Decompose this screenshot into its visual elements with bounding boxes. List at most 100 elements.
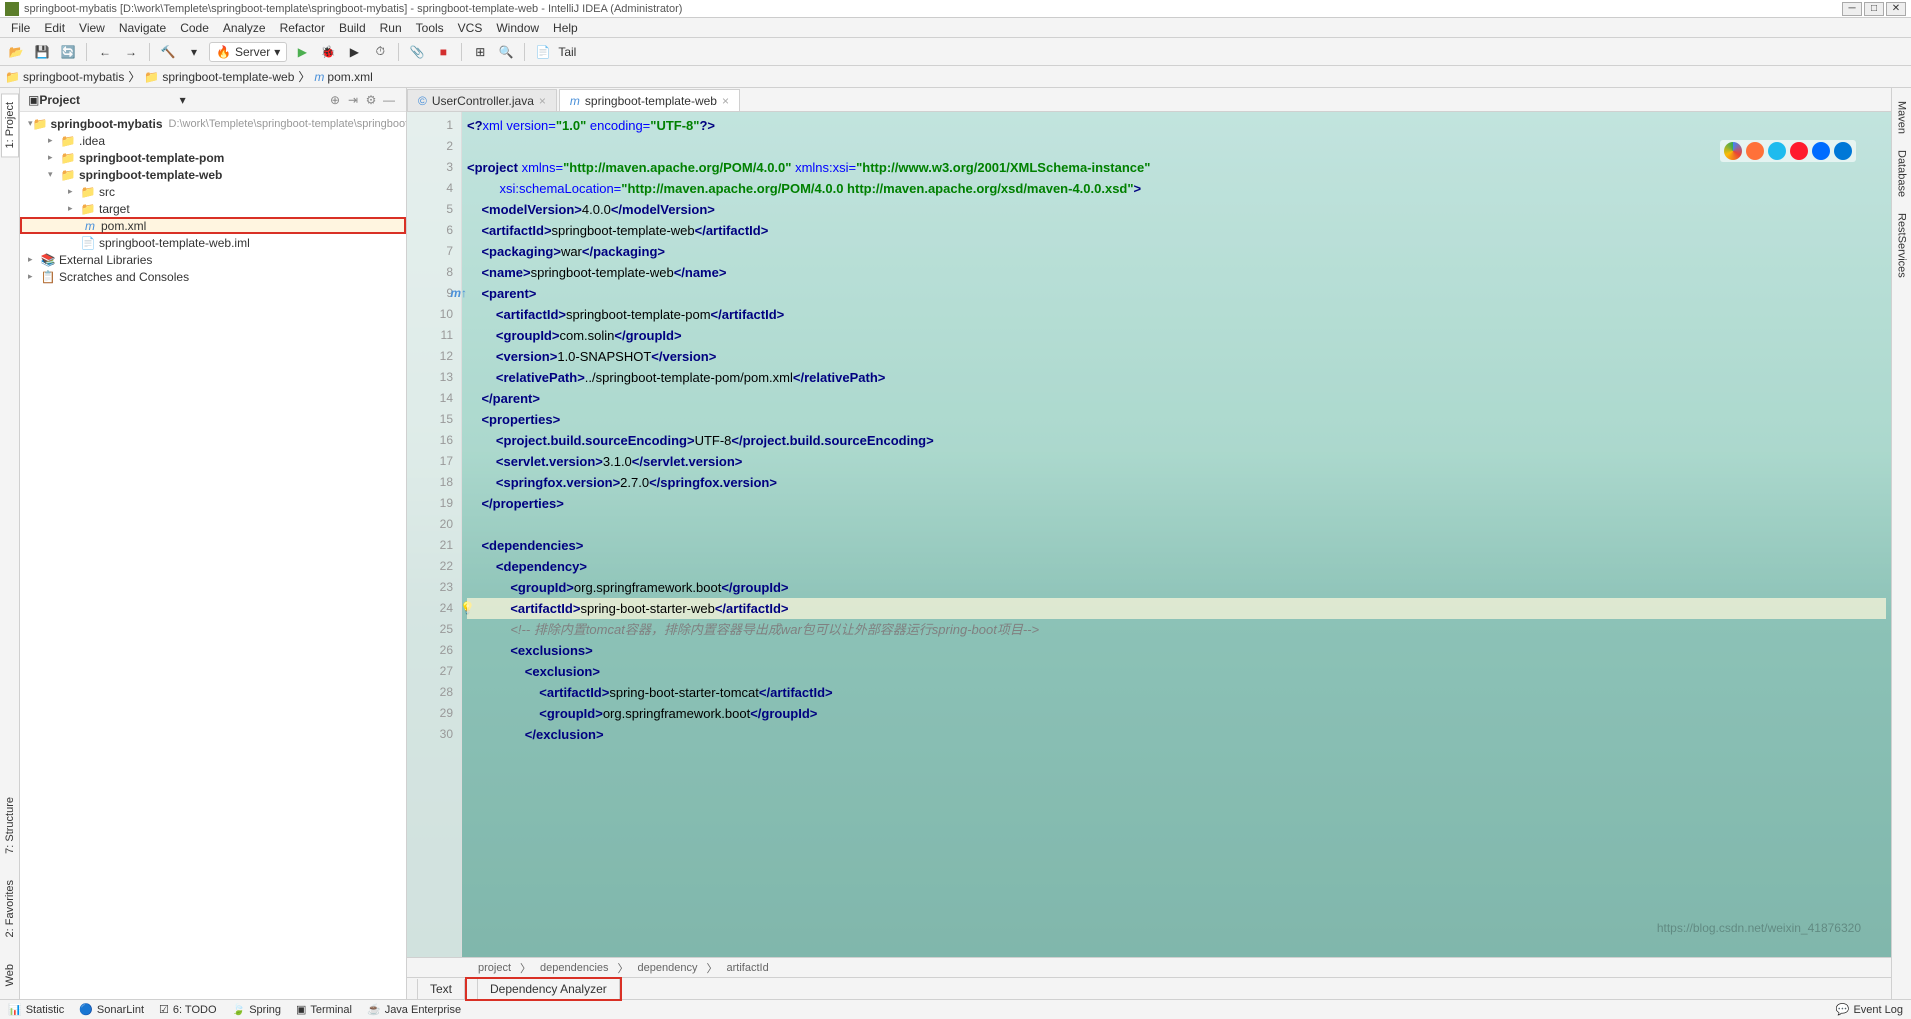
menu-edit[interactable]: Edit xyxy=(38,21,71,35)
nav-root[interactable]: 📁springboot-mybatis xyxy=(5,70,124,84)
ie-icon[interactable] xyxy=(1768,142,1786,160)
tail-label[interactable]: Tail xyxy=(558,45,576,59)
profile-button[interactable]: ⏱ xyxy=(369,41,391,63)
nav-sep: 〉 xyxy=(298,68,310,85)
toolbar: 📂 💾 🔄 ← → 🔨 ▾ 🔥 Server ▾ ▶ 🐞 ▶ ⏱ 📎 ■ ⊞ 🔍… xyxy=(0,38,1911,66)
nav-file[interactable]: m pom.xml xyxy=(314,70,372,84)
minimize-button[interactable]: ─ xyxy=(1842,2,1862,16)
tree-web-module[interactable]: ▾📁springboot-template-web xyxy=(20,166,406,183)
code-editor[interactable]: 123456789m↑10111213141516171819202122232… xyxy=(407,112,1891,957)
firefox-icon[interactable] xyxy=(1746,142,1764,160)
chevron-down-icon: ▾ xyxy=(274,45,280,59)
favorites-tool-tab[interactable]: 2: Favorites xyxy=(2,872,18,945)
tree-root[interactable]: ▾📁 springboot-mybatisD:\work\Templete\sp… xyxy=(20,115,406,132)
hide-icon[interactable]: — xyxy=(380,93,398,107)
breadcrumb-item[interactable]: dependencies xyxy=(537,962,612,974)
tree-src[interactable]: ▸📁src xyxy=(20,183,406,200)
menu-vcs[interactable]: VCS xyxy=(452,21,489,35)
tree-iml[interactable]: 📄springboot-template-web.iml xyxy=(20,234,406,251)
spring-tool[interactable]: 🍃 Spring xyxy=(232,1003,282,1016)
target-icon[interactable]: ⊕ xyxy=(326,93,344,107)
database-tool-tab[interactable]: Database xyxy=(1894,142,1910,205)
collapse-icon[interactable]: ⇥ xyxy=(344,93,362,107)
menu-tools[interactable]: Tools xyxy=(410,21,450,35)
statistic-tool[interactable]: 📊 Statistic xyxy=(8,1003,64,1016)
watermark: https://blog.csdn.net/weixin_41876320 xyxy=(1657,921,1861,935)
chevron-down-icon[interactable]: ▾ xyxy=(180,93,186,107)
build-button[interactable]: 🔨 xyxy=(157,41,179,63)
menu-build[interactable]: Build xyxy=(333,21,372,35)
right-tool-strip: Maven Database RestServices xyxy=(1891,88,1911,999)
run-config-selector[interactable]: 🔥 Server ▾ xyxy=(209,42,287,62)
app-icon xyxy=(5,2,19,16)
menu-run[interactable]: Run xyxy=(374,21,408,35)
maven-tool-tab[interactable]: Maven xyxy=(1894,93,1910,142)
menu-navigate[interactable]: Navigate xyxy=(113,21,172,35)
menu-view[interactable]: View xyxy=(73,21,111,35)
menu-file[interactable]: File xyxy=(5,21,36,35)
text-tab[interactable]: Text xyxy=(417,979,465,999)
server-icon: 🔥 xyxy=(216,45,231,59)
opera-icon[interactable] xyxy=(1790,142,1808,160)
open-button[interactable]: 📂 xyxy=(5,41,27,63)
tail-icon[interactable]: 📄 xyxy=(532,41,554,63)
save-button[interactable]: 💾 xyxy=(31,41,53,63)
close-icon[interactable]: × xyxy=(539,94,546,108)
event-log-tool[interactable]: 💬 Event Log xyxy=(1836,1003,1903,1016)
menu-code[interactable]: Code xyxy=(174,21,215,35)
edge-icon[interactable] xyxy=(1834,142,1852,160)
nav-module[interactable]: 📁springboot-template-web xyxy=(144,70,294,84)
todo-tool[interactable]: ☑ 6: TODO xyxy=(159,1003,216,1016)
back-button[interactable]: ← xyxy=(94,41,116,63)
web-tool-tab[interactable]: Web xyxy=(2,956,18,994)
gear-icon[interactable]: ⚙ xyxy=(362,93,380,107)
chrome-icon[interactable] xyxy=(1724,142,1742,160)
project-panel: ▣ Project ▾ ⊕ ⇥ ⚙ — ▾📁 springboot-mybati… xyxy=(20,88,407,999)
menu-window[interactable]: Window xyxy=(490,21,545,35)
tree-external-libs[interactable]: ▸📚External Libraries xyxy=(20,251,406,268)
breadcrumb-item[interactable]: dependency xyxy=(635,962,701,974)
run-button[interactable]: ▶ xyxy=(291,41,313,63)
structure-icon[interactable]: ⊞ xyxy=(469,41,491,63)
stop-button[interactable]: ■ xyxy=(432,41,454,63)
navbar: 📁springboot-mybatis 〉 📁springboot-templa… xyxy=(0,66,1911,88)
left-tool-strip: 1: Project 7: Structure 2: Favorites Web xyxy=(0,88,20,999)
menu-refactor[interactable]: Refactor xyxy=(274,21,331,35)
attach-icon[interactable]: 📎 xyxy=(406,41,428,63)
breadcrumb-item[interactable]: artifactId xyxy=(724,962,772,974)
dependency-analyzer-tab[interactable]: Dependency Analyzer xyxy=(477,979,620,999)
debug-button[interactable]: 🐞 xyxy=(317,41,339,63)
statusbar: 📊 Statistic 🔵 SonarLint ☑ 6: TODO 🍃 Spri… xyxy=(0,999,1911,1019)
menubar: FileEditViewNavigateCodeAnalyzeRefactorB… xyxy=(0,18,1911,38)
forward-button[interactable]: → xyxy=(120,41,142,63)
project-tool-tab[interactable]: 1: Project xyxy=(1,93,19,157)
project-view-icon[interactable]: ▣ xyxy=(28,93,39,107)
terminal-tool[interactable]: ▣ Terminal xyxy=(296,1003,352,1016)
safari-icon[interactable] xyxy=(1812,142,1830,160)
editor-tabs: ©UserController.java× mspringboot-templa… xyxy=(407,88,1891,112)
breadcrumb-item[interactable]: project xyxy=(475,962,514,974)
java-enterprise-tool[interactable]: ☕ Java Enterprise xyxy=(367,1003,461,1016)
search-icon[interactable]: 🔍 xyxy=(495,41,517,63)
dropdown-icon[interactable]: ▾ xyxy=(183,41,205,63)
menu-analyze[interactable]: Analyze xyxy=(217,21,272,35)
tree-target[interactable]: ▸📁target xyxy=(20,200,406,217)
close-button[interactable]: ✕ xyxy=(1886,2,1906,16)
tab-usercontroller[interactable]: ©UserController.java× xyxy=(407,89,557,111)
editor-breadcrumb: project〉 dependencies〉 dependency〉 artif… xyxy=(407,957,1891,977)
titlebar: springboot-mybatis [D:\work\Templete\spr… xyxy=(0,0,1911,18)
menu-help[interactable]: Help xyxy=(547,21,584,35)
tab-pom[interactable]: mspringboot-template-web× xyxy=(559,89,740,111)
sync-button[interactable]: 🔄 xyxy=(57,41,79,63)
tree-pom-module[interactable]: ▸📁springboot-template-pom xyxy=(20,149,406,166)
structure-tool-tab[interactable]: 7: Structure xyxy=(2,789,18,862)
close-icon[interactable]: × xyxy=(722,94,729,108)
tree-idea[interactable]: ▸📁.idea xyxy=(20,132,406,149)
window-title: springboot-mybatis [D:\work\Templete\spr… xyxy=(24,3,1842,15)
tree-scratches[interactable]: ▸📋Scratches and Consoles xyxy=(20,268,406,285)
maximize-button[interactable]: □ xyxy=(1864,2,1884,16)
sonarlint-tool[interactable]: 🔵 SonarLint xyxy=(79,1003,144,1016)
rest-tool-tab[interactable]: RestServices xyxy=(1894,205,1910,286)
coverage-button[interactable]: ▶ xyxy=(343,41,365,63)
tree-pom-xml[interactable]: mpom.xml xyxy=(20,217,406,234)
